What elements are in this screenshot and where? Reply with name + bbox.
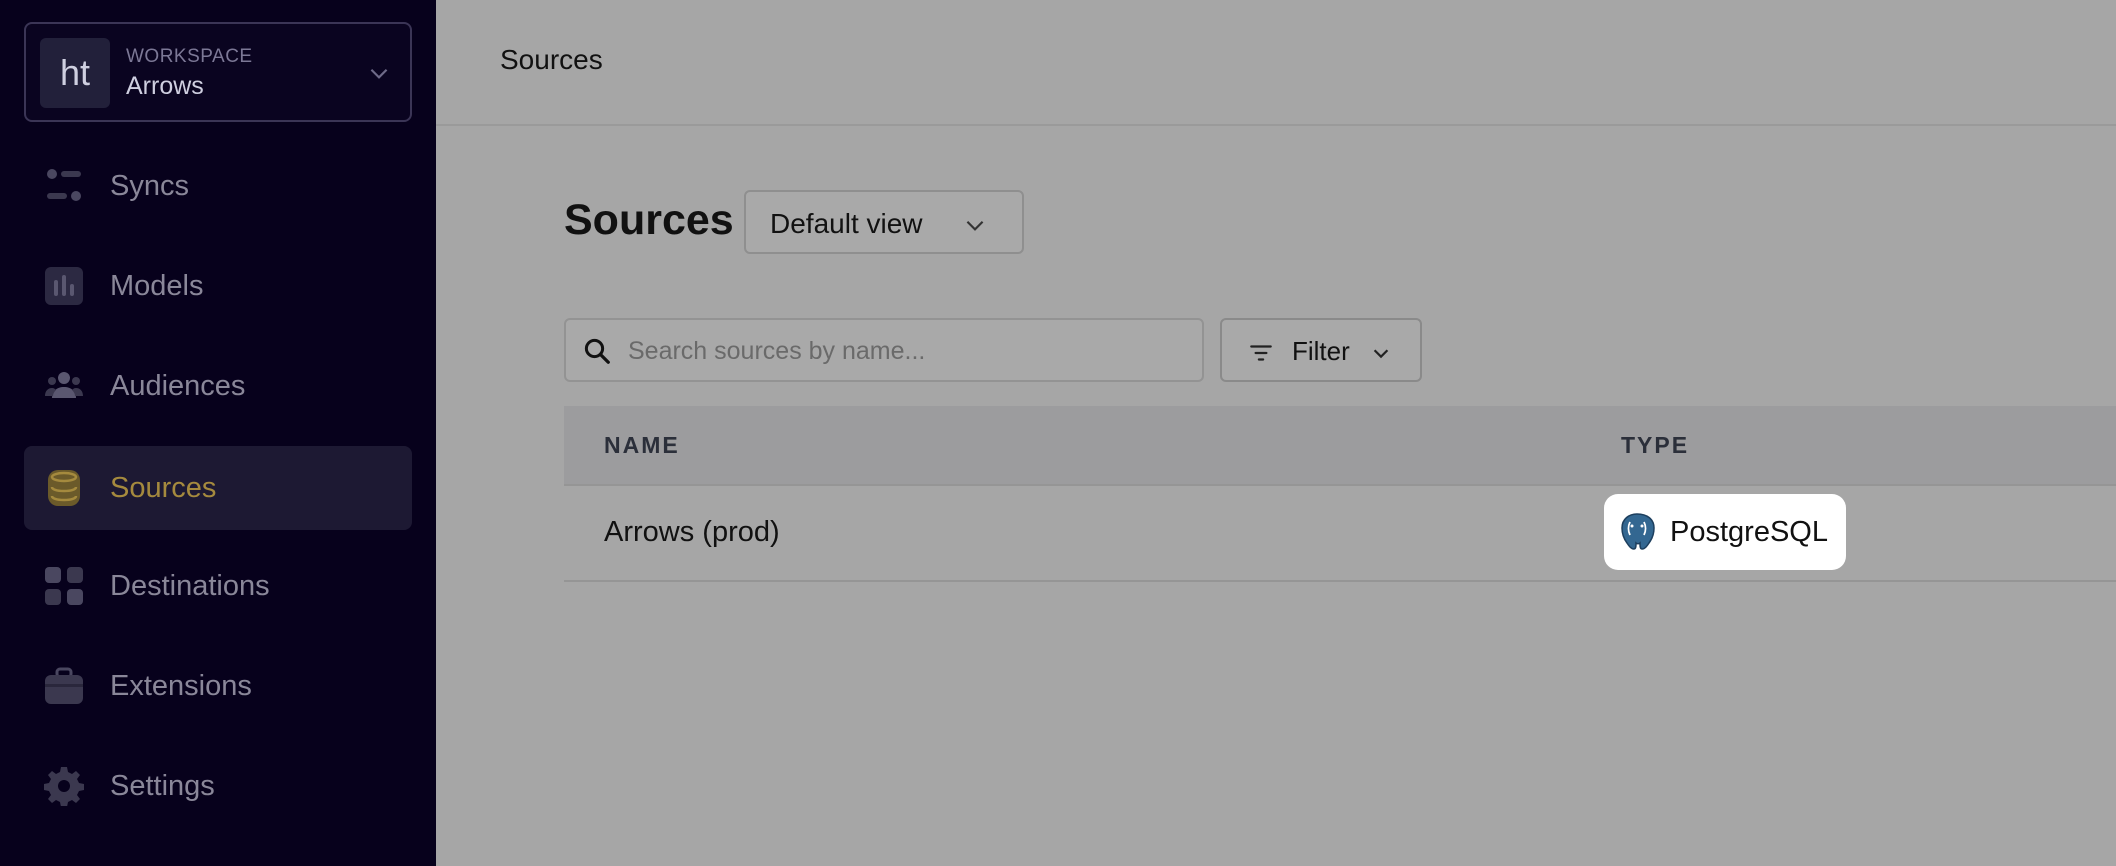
sidebar-item-label: Syncs: [110, 169, 189, 202]
column-header-type[interactable]: TYPE: [1621, 432, 1689, 459]
models-icon: [45, 267, 83, 305]
top-bar: Sources: [436, 0, 2116, 126]
workspace-avatar: ht: [40, 38, 110, 108]
chevron-down-icon: [1373, 349, 1389, 359]
view-select[interactable]: Default view: [744, 190, 1024, 254]
sidebar-item-label: Sources: [110, 471, 217, 504]
view-select-label: Default view: [770, 208, 923, 239]
sidebar-item-label: Models: [110, 269, 204, 302]
workspace-name: Arrows: [126, 72, 204, 100]
workspace-switcher[interactable]: ht WORKSPACE Arrows: [24, 22, 412, 122]
briefcase-icon: [45, 667, 83, 704]
sidebar-item-label: Destinations: [110, 569, 270, 602]
column-header-name[interactable]: NAME: [604, 432, 680, 459]
source-type-badge: PostgreSQL: [1604, 494, 1846, 570]
sidebar-item-audiences[interactable]: Audiences: [24, 344, 412, 428]
sidebar-item-models[interactable]: Models: [24, 244, 412, 328]
workspace-label: WORKSPACE: [126, 46, 253, 67]
sidebar-item-settings[interactable]: Settings: [24, 744, 412, 828]
table-row[interactable]: Arrows (prod) PostgreSQL: [564, 486, 2116, 582]
sidebar: ht WORKSPACE Arrows Syncs Models Audienc…: [0, 0, 436, 866]
chevron-down-icon: [370, 68, 388, 79]
sidebar-item-label: Settings: [110, 769, 215, 802]
sources-table: NAME TYPE Arrows (prod) PostgreSQL: [564, 406, 2116, 582]
sidebar-item-extensions[interactable]: Extensions: [24, 644, 412, 728]
chevron-down-icon: [966, 220, 984, 231]
breadcrumb: Sources: [500, 44, 603, 75]
sidebar-item-label: Audiences: [110, 369, 246, 402]
table-header: NAME TYPE: [564, 406, 2116, 486]
sidebar-item-destinations[interactable]: Destinations: [24, 544, 412, 628]
search-input[interactable]: [628, 328, 1188, 374]
page-title: Sources: [564, 196, 734, 244]
source-type-label: PostgreSQL: [1670, 516, 1828, 548]
database-icon: [48, 470, 80, 506]
sidebar-item-syncs[interactable]: Syncs: [24, 144, 412, 228]
sidebar-item-sources[interactable]: Sources: [24, 446, 412, 530]
grid-icon: [45, 567, 83, 605]
filter-icon: [1250, 345, 1272, 361]
postgresql-icon: [1621, 513, 1655, 550]
source-name: Arrows (prod): [604, 516, 780, 548]
filter-label: Filter: [1292, 336, 1350, 366]
search-icon: [584, 338, 610, 364]
search-box: [564, 318, 1204, 382]
filter-button[interactable]: Filter: [1220, 318, 1422, 382]
gear-icon: [44, 767, 84, 806]
sidebar-item-label: Extensions: [110, 669, 252, 702]
audiences-icon: [45, 372, 83, 398]
syncs-icon: [47, 169, 81, 201]
